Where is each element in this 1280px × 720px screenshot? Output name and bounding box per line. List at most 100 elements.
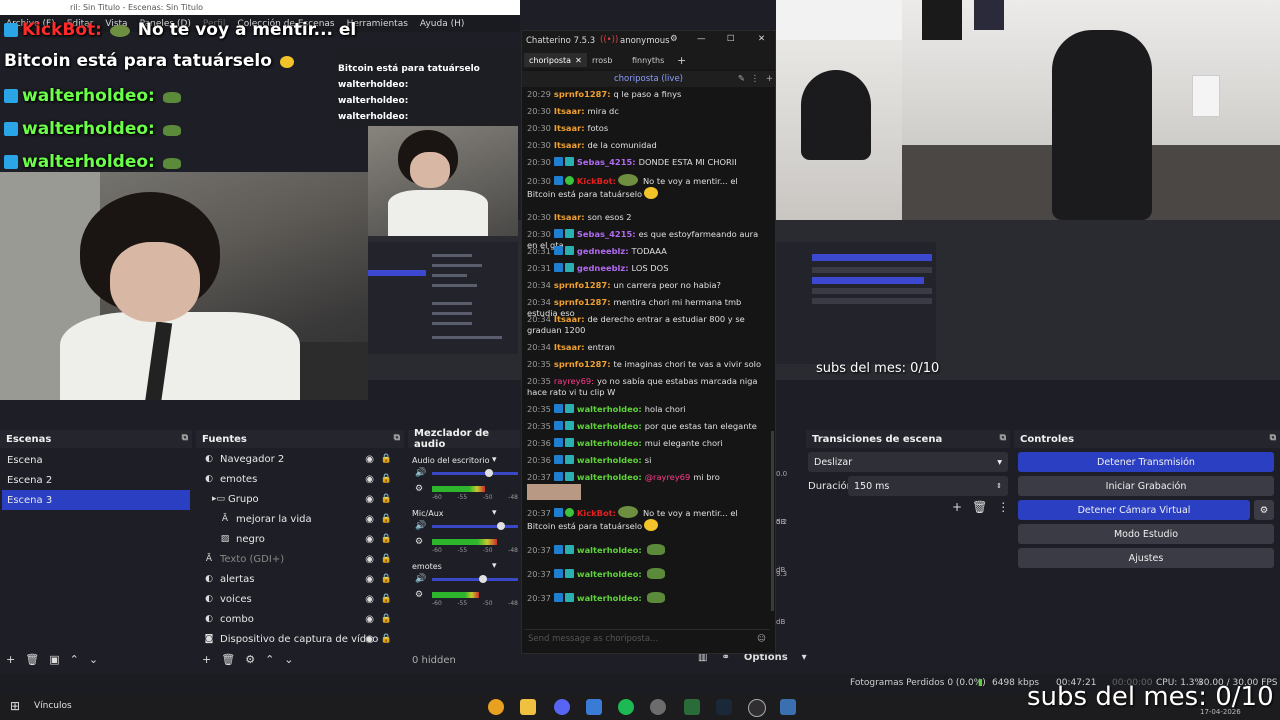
add-icon[interactable]: + <box>6 653 15 666</box>
add-tab-icon[interactable]: + <box>672 53 691 67</box>
duration-input[interactable]: 150 ms ⇕ <box>848 476 1008 496</box>
message-username[interactable]: walterholdeo: <box>577 569 642 579</box>
maximize-icon[interactable]: ☐ <box>727 34 735 44</box>
volume-slider[interactable] <box>432 472 518 475</box>
scene-item-selected[interactable]: Escena 3 <box>2 490 190 510</box>
lock-icon[interactable]: 🔒 <box>381 574 392 584</box>
source-item[interactable]: ◐ alertas ◉ 🔒 <box>198 569 402 589</box>
lock-icon[interactable]: 🔒 <box>381 514 392 524</box>
message-username[interactable]: sprnfo1287: <box>554 359 611 369</box>
chevron-up-icon[interactable]: ⌃ <box>265 653 274 666</box>
message-username[interactable]: KickBot: <box>577 176 616 186</box>
eye-icon[interactable]: ◉ <box>365 474 374 485</box>
message-username[interactable]: Itsaar: <box>554 342 585 352</box>
settings-icon[interactable]: ⚙ <box>415 484 423 494</box>
virtual-camera-settings-button[interactable]: ⚙ <box>1254 500 1274 520</box>
eye-icon[interactable]: ◉ <box>365 454 374 465</box>
eye-icon[interactable]: ◉ <box>365 534 374 545</box>
settings-icon[interactable]: ⚙ <box>415 537 423 547</box>
volume-knob[interactable] <box>479 575 488 583</box>
calendar-icon[interactable] <box>586 699 602 715</box>
source-item[interactable]: ◐ Navegador 2 ◉ 🔒 <box>198 449 402 469</box>
message-username[interactable]: sprnfo1287: <box>554 280 611 290</box>
add-icon[interactable]: + <box>202 653 211 666</box>
emote-picker-icon[interactable]: ☺ <box>757 630 766 648</box>
chevron-down-icon[interactable]: ▾ <box>492 561 497 571</box>
trash-icon[interactable]: 🗑 <box>221 653 235 666</box>
lock-icon[interactable]: 🔒 <box>381 554 392 564</box>
source-item[interactable]: ◐ emotes ◉ 🔒 <box>198 469 402 489</box>
message-username[interactable]: Itsaar: <box>554 212 585 222</box>
add-icon[interactable]: + <box>952 500 962 514</box>
scene-item[interactable]: Escena 2 <box>2 470 190 490</box>
gear-icon[interactable]: ⚙ <box>245 653 255 666</box>
trash-icon[interactable]: 🗑 <box>972 500 987 514</box>
volume-icon[interactable]: 🔊 <box>415 521 426 531</box>
message-username[interactable]: walterholdeo: <box>577 472 642 482</box>
eye-icon[interactable]: ◉ <box>365 514 374 525</box>
chevron-down-icon[interactable]: ▾ <box>802 652 807 663</box>
volume-knob[interactable] <box>496 522 505 530</box>
message-username[interactable]: Itsaar: <box>554 123 585 133</box>
spotify-icon[interactable] <box>618 699 634 715</box>
eye-icon[interactable]: ◉ <box>365 594 374 605</box>
source-item[interactable]: ◙ Dispositivo de captura de vídeo ◉ 🔒 <box>198 629 402 649</box>
popout-icon[interactable]: ⧉ <box>182 433 188 443</box>
message-username[interactable]: Itsaar: <box>554 106 585 116</box>
close-icon[interactable]: ✕ <box>758 34 765 44</box>
message-username[interactable]: Itsaar: <box>554 140 585 150</box>
chevron-down-icon[interactable]: ▾ <box>492 508 497 518</box>
stop-virtual-camera-button[interactable]: Detener Cámara Virtual <box>1018 500 1250 520</box>
lock-icon[interactable]: 🔒 <box>381 534 392 544</box>
eye-icon[interactable]: ◉ <box>365 554 374 565</box>
volume-slider[interactable] <box>432 578 518 581</box>
message-username[interactable]: walterholdeo: <box>577 421 642 431</box>
start-recording-button[interactable]: Iniciar Grabación <box>1018 476 1274 496</box>
chevron-up-icon[interactable]: ⌃ <box>70 653 79 666</box>
volume-knob[interactable] <box>485 469 494 477</box>
chat-scrollbar[interactable] <box>771 431 774 611</box>
message-username[interactable]: Sebas_4215: <box>577 229 636 239</box>
filter-icon[interactable]: ▣ <box>49 653 59 666</box>
gear-icon[interactable]: ⚙ <box>670 34 678 44</box>
menu-ayuda[interactable]: Ayuda (H) <box>420 19 464 29</box>
eye-icon[interactable]: ◉ <box>365 614 374 625</box>
message-username[interactable]: walterholdeo: <box>577 593 642 603</box>
nvidia-icon[interactable] <box>684 699 700 715</box>
minimize-icon[interactable]: — <box>697 34 706 44</box>
source-item[interactable]: ◐ combo ◉ 🔒 <box>198 609 402 629</box>
popout-icon[interactable]: ⧉ <box>1270 433 1276 443</box>
more-icon[interactable]: ⋮ <box>751 71 760 87</box>
tab-finnyths[interactable]: finnyths <box>627 53 669 67</box>
message-username[interactable]: walterholdeo: <box>577 404 642 414</box>
volume-icon[interactable]: 🔊 <box>415 468 426 478</box>
tab-rrosb[interactable]: rrosb <box>587 53 617 67</box>
source-item[interactable]: ▸▭ Grupo ◉ 🔒 <box>198 489 402 509</box>
chat-input[interactable]: Send message as choriposta... ☺ <box>524 629 770 647</box>
edit-icon[interactable]: ✎ <box>738 71 745 87</box>
lock-icon[interactable]: 🔒 <box>381 494 392 504</box>
message-username[interactable]: gedneeblz: <box>577 246 629 256</box>
tab-choriposta[interactable]: choriposta ✕ <box>524 53 587 67</box>
close-icon[interactable]: ✕ <box>575 56 582 65</box>
message-username[interactable]: sprnfo1287: <box>554 297 611 307</box>
add-split-icon[interactable]: + <box>766 71 773 87</box>
message-username[interactable]: rayrey69: <box>554 376 594 386</box>
lock-icon[interactable]: 🔒 <box>381 594 392 604</box>
settings-app-icon[interactable] <box>650 699 666 715</box>
message-username[interactable]: gedneeblz: <box>577 263 629 273</box>
lock-icon[interactable]: 🔒 <box>381 614 392 624</box>
eye-icon[interactable]: ◉ <box>365 634 374 645</box>
source-item[interactable]: Ā Texto (GDI+) ◉ 🔒 <box>198 549 402 569</box>
message-username[interactable]: Itsaar: <box>554 314 585 324</box>
trash-icon[interactable]: 🗑 <box>25 653 39 666</box>
account-name[interactable]: anonymous <box>620 36 670 46</box>
studio-mode-button[interactable]: Modo Estudio <box>1018 524 1274 544</box>
transition-select[interactable]: Deslizar ▾ <box>808 452 1008 472</box>
scene-item[interactable]: Escena <box>2 450 190 470</box>
steam-icon[interactable] <box>716 699 732 715</box>
eye-icon[interactable]: ◉ <box>365 494 374 505</box>
source-item[interactable]: ◐ voices ◉ 🔒 <box>198 589 402 609</box>
chevron-down-icon[interactable]: ▾ <box>492 455 497 465</box>
popout-icon[interactable]: ⧉ <box>394 433 400 443</box>
